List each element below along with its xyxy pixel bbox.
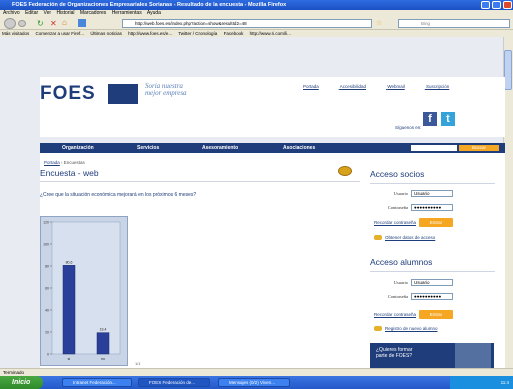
alumni-password-input[interactable]: ●●●●●●●●●● [411,293,453,300]
breadcrumb-home[interactable]: Portada [44,160,60,165]
bookmark-item[interactable]: Últimas noticias [90,31,122,36]
x-tick-label: no [101,357,105,361]
alumni-user-input[interactable]: Usuario [411,279,453,286]
alumni-password-label: Contraseña [387,294,408,299]
link-webmail[interactable]: Webmail [387,84,404,89]
close-button[interactable] [503,1,512,9]
x-tick-label: sí [68,357,71,361]
taskbar-item[interactable]: Intranet Federación... [62,378,132,387]
maximize-button[interactable] [492,1,501,9]
menu-ver[interactable]: Ver [44,10,52,16]
site-search-input[interactable] [411,145,457,151]
site-search-button[interactable]: Buscar [459,145,499,151]
password-label: Contraseña [387,205,408,210]
twitter-icon[interactable]: t [441,112,455,126]
nav-asesoramiento[interactable]: Asesoramiento [202,143,238,153]
y-tick-label: 100 [43,243,49,247]
y-tick-label: 20 [45,331,49,335]
y-tick-label: 40 [45,309,49,313]
bookmark-item[interactable]: Twitter / Cronología [178,31,217,36]
user-input[interactable]: Usuario [411,190,453,197]
user-label: Usuario [393,191,408,196]
page-number: 1/1 [135,361,141,366]
bookmark-star-icon[interactable]: ☆ [376,19,382,28]
login-divider [370,183,495,184]
menu-herramientas[interactable]: Herramientas [112,10,142,16]
system-tray-clock: 11:4 [450,376,513,389]
get-access-link[interactable]: Obtener datos de acceso [385,235,435,240]
login-button[interactable]: Entrar [419,218,453,227]
taskbar-item-active[interactable]: FOES Federación de... [138,378,210,387]
reload-icon[interactable]: ↻ [37,19,44,28]
facebook-icon[interactable]: f [423,112,437,126]
window-title-bar: FOES Federación de Organizaciones Empres… [0,0,513,10]
link-suscripcion[interactable]: Suscripción [426,84,449,89]
follow-us-label: Síguenos en: [395,125,422,130]
scrollbar-thumb[interactable] [504,50,512,90]
menu-marcadores[interactable]: Marcadores [80,10,106,16]
bookmark-item[interactable]: Comenzar a usar Firef... [36,31,85,36]
bar-data-label: 80,6 [66,260,73,264]
bookmark-item[interactable]: Facebook [224,31,244,36]
top-links: Portada Accesibilidad Webmail Suscripció… [303,84,469,89]
alumni-user-label: Usuario [393,280,408,285]
menu-historial[interactable]: Historial [56,10,74,16]
bookmarks-bar: Más visitados Comenzar a usar Firef... Ú… [0,30,513,37]
stop-icon[interactable]: ✕ [50,19,57,28]
recover-password-link[interactable]: Recordar contraseña [374,220,416,225]
link-accesibilidad[interactable]: Accesibilidad [340,84,366,89]
start-button[interactable]: Inicio [0,376,43,389]
nav-servicios[interactable]: Servicios [137,143,159,153]
alumni-login-button[interactable]: Entrar [419,310,453,319]
bar [62,265,76,355]
bookmark-item[interactable]: http://www.ri.com/li... [250,31,291,36]
bar [96,332,110,355]
bookmark-item[interactable]: Más visitados [2,31,29,36]
minimize-button[interactable] [481,1,490,9]
plot-area [51,221,121,355]
y-tick-label: 80 [45,265,49,269]
menu-editar[interactable]: Editar [25,10,38,16]
y-tick-label: 120 [43,221,49,225]
breadcrumb: Portada › Encuestas [44,160,85,165]
menu-ayuda[interactable]: Ayuda [147,10,161,16]
status-bar: Terminado [0,368,513,376]
site-favicon-icon [78,19,86,27]
logo-emblem-icon [108,84,138,104]
password-input[interactable]: ●●●●●●●●●● [411,204,453,211]
y-tick-label: 0 [47,353,49,357]
foes-logo[interactable]: FOES [40,83,96,105]
bar-data-label: 19,4 [100,328,107,332]
results-chart: 0 20 40 60 80 100 120 80,6 sí 19,4 no [43,221,121,361]
nav-asociaciones[interactable]: Asociaciones [283,143,315,153]
bookmark-item[interactable]: http://www.foes.es/e... [128,31,172,36]
key-icon [374,235,382,240]
key-icon [374,326,382,331]
window-title: FOES Federación de Organizaciones Empres… [12,2,287,8]
address-bar[interactable]: http://web.foes.es/index.php?action=show… [122,19,372,28]
forward-icon[interactable] [18,20,26,27]
alumni-divider [370,271,495,272]
register-alumni-link[interactable]: Registro de nuevo alumno [385,326,438,331]
menu-bar: Archivo Editar Ver Historial Marcadores … [0,10,513,17]
site-slogan: Soria nuestra mejor empresa [145,82,187,97]
survey-title: Encuesta - web [40,168,360,182]
back-icon[interactable] [4,18,16,29]
menu-archivo[interactable]: Archivo [3,10,20,16]
alumni-recover-link[interactable]: Recordar contraseña [374,312,416,317]
y-tick-label: 60 [45,287,49,291]
login-title: Acceso socios [370,169,425,179]
coins-icon [338,166,352,176]
banner-photo [455,343,491,368]
link-portada[interactable]: Portada [303,84,319,89]
taskbar-item[interactable]: Mensajes (0/2) Viven... [218,378,290,387]
home-icon[interactable]: ⌂ [62,18,67,28]
alumni-title: Acceso alumnos [370,257,433,267]
breadcrumb-current: Encuestas [63,160,85,165]
survey-question: ¿Cree que la situación económica mejorar… [40,192,197,198]
nav-organizacion[interactable]: Organización [62,143,94,153]
browser-search-input[interactable]: Bing [398,19,510,28]
